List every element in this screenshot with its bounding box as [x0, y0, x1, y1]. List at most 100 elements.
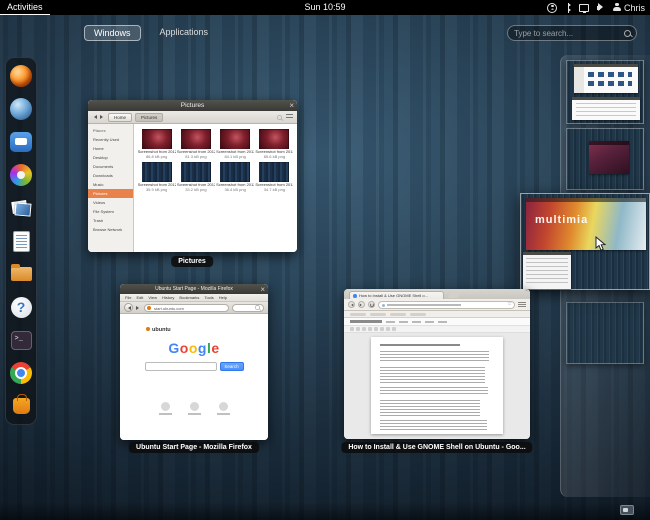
activities-button[interactable]: Activities: [0, 0, 50, 15]
file-item[interactable]: Screenshot from 2012-04-2436.4 kB png: [216, 162, 255, 192]
docs-tool-button[interactable]: [356, 327, 360, 331]
reload-button[interactable]: [368, 301, 375, 308]
close-icon[interactable]: [260, 284, 265, 294]
dash-item-media-player[interactable]: [8, 163, 34, 187]
new-tab-button[interactable]: [448, 292, 460, 298]
dash-item-photos[interactable]: [8, 196, 34, 220]
menu-history[interactable]: History: [162, 295, 174, 300]
clock[interactable]: Sun 10:59: [304, 0, 345, 15]
file-item[interactable]: Screenshot from 2012-04-1881.3 kB png: [176, 129, 215, 159]
search-bar[interactable]: [507, 25, 637, 41]
sidebar-item-recent[interactable]: Recently Used: [88, 135, 133, 144]
docs-menu-item[interactable]: [412, 321, 421, 323]
tab-applications[interactable]: Applications: [151, 25, 218, 41]
path-pictures-button[interactable]: Pictures: [135, 113, 163, 122]
display-icon[interactable]: [579, 4, 589, 12]
start-page-link[interactable]: [188, 402, 201, 415]
sidebar-item-home[interactable]: Home: [88, 144, 133, 153]
back-button[interactable]: [348, 301, 355, 308]
docs-tool-button[interactable]: [392, 327, 396, 331]
volume-icon[interactable]: [597, 6, 600, 10]
message-tray-icon[interactable]: [620, 505, 634, 515]
sidebar-item-filesystem[interactable]: File System: [88, 207, 133, 216]
docs-tool-button[interactable]: [368, 327, 372, 331]
view-options-icon[interactable]: [286, 114, 293, 120]
search-input[interactable]: [514, 29, 624, 38]
bookmark-item[interactable]: [410, 313, 426, 316]
window-pictures[interactable]: Pictures Home Pictures Places Recently U…: [88, 100, 297, 252]
start-page-link[interactable]: [159, 402, 172, 415]
dash-item-firefox[interactable]: [8, 64, 34, 88]
dash-item-software-center[interactable]: [8, 394, 34, 418]
docs-tool-button[interactable]: [374, 327, 378, 331]
dash-item-empathy[interactable]: [8, 130, 34, 154]
file-search-icon[interactable]: [277, 115, 282, 120]
forward-button[interactable]: [358, 301, 365, 308]
docs-tool-button[interactable]: [380, 327, 384, 331]
close-icon[interactable]: [289, 100, 294, 111]
sidebar-item-music[interactable]: Music: [88, 180, 133, 189]
dash-item-terminal[interactable]: [8, 328, 34, 352]
bookmark-item[interactable]: [370, 313, 386, 316]
docs-tool-button[interactable]: [386, 327, 390, 331]
menu-tools[interactable]: Tools: [204, 295, 213, 300]
file-item[interactable]: Screenshot from 2012-04-1886.8 kB png: [137, 129, 176, 159]
tab-close-icon[interactable]: ×: [525, 289, 528, 294]
file-item[interactable]: Screenshot from 2012-04-2433.2 kB png: [176, 162, 215, 192]
tab-windows[interactable]: Windows: [84, 25, 141, 41]
dash-item-home-folder[interactable]: [8, 262, 34, 286]
sidebar-item-desktop[interactable]: Desktop: [88, 153, 133, 162]
menu-help[interactable]: Help: [219, 295, 227, 300]
file-item[interactable]: Screenshot from 2012-04-1884.1 kB png: [216, 129, 255, 159]
chrome-menu-icon[interactable]: [518, 301, 526, 308]
docs-menu-item[interactable]: [386, 321, 395, 323]
workspace-thumb-3[interactable]: multimia: [520, 193, 650, 290]
file-item[interactable]: Screenshot from 2012-04-2435.9 kB png: [137, 162, 176, 192]
docs-tool-button[interactable]: [350, 327, 354, 331]
docs-tool-button[interactable]: [362, 327, 366, 331]
sidebar-item-downloads[interactable]: Downloads: [88, 171, 133, 180]
docs-menu-item[interactable]: [399, 321, 408, 323]
file-item[interactable]: Screenshot from 2012-04-2434.7 kB png: [255, 162, 294, 192]
google-search-input[interactable]: [145, 362, 217, 371]
menu-bookmarks[interactable]: Bookmarks: [179, 295, 199, 300]
menu-file[interactable]: File: [125, 295, 131, 300]
menu-view[interactable]: View: [148, 295, 157, 300]
sidebar-item-documents[interactable]: Documents: [88, 162, 133, 171]
sidebar-item-network[interactable]: Browse Network: [88, 225, 133, 234]
dash-item-ubuntu-one[interactable]: [8, 97, 34, 121]
window-chrome[interactable]: How to Install & Use GNOME Shell o... ×: [344, 289, 530, 439]
bluetooth-icon[interactable]: [565, 3, 571, 13]
sidebar-item-trash[interactable]: Trash: [88, 216, 133, 225]
file-item[interactable]: Screenshot from 2012-04-1885.6 kB png: [255, 129, 294, 159]
chrome-tab[interactable]: How to Install & Use GNOME Shell o...: [349, 291, 444, 299]
dash-item-chrome[interactable]: [8, 361, 34, 385]
menu-edit[interactable]: Edit: [136, 295, 143, 300]
user-menu[interactable]: Chris: [613, 3, 645, 13]
back-button[interactable]: [124, 303, 133, 312]
docs-menu-item[interactable]: [438, 321, 447, 323]
workspace-thumb-4[interactable]: [566, 302, 644, 364]
docs-menu-item[interactable]: [425, 321, 434, 323]
sidebar-item-videos[interactable]: Videos: [88, 198, 133, 207]
workspace-thumb-1[interactable]: [566, 60, 644, 124]
workspace-thumb-2[interactable]: [566, 128, 644, 190]
dash-item-help[interactable]: [8, 295, 34, 319]
window-firefox[interactable]: Ubuntu Start Page - Mozilla Firefox File…: [120, 284, 268, 440]
dash-item-writer[interactable]: [8, 229, 34, 253]
forward-icon[interactable]: [100, 115, 105, 119]
back-icon[interactable]: [92, 115, 97, 119]
path-home-button[interactable]: Home: [108, 113, 132, 122]
start-page-link[interactable]: [217, 402, 230, 415]
omnibox[interactable]: [378, 301, 515, 309]
url-bar[interactable]: start.ubuntu.com: [144, 304, 229, 312]
logo-letter: e: [211, 340, 219, 356]
bookmark-item[interactable]: [390, 313, 406, 316]
universal-access-icon[interactable]: [547, 3, 557, 13]
forward-icon[interactable]: [136, 306, 141, 310]
sidebar-item-pictures[interactable]: Pictures: [88, 189, 133, 198]
browser-search-field[interactable]: [232, 304, 264, 312]
chrome-tabstrip: How to Install & Use GNOME Shell o... ×: [344, 289, 530, 299]
bookmark-item[interactable]: [350, 313, 366, 316]
google-search-button[interactable]: Search: [220, 362, 244, 371]
